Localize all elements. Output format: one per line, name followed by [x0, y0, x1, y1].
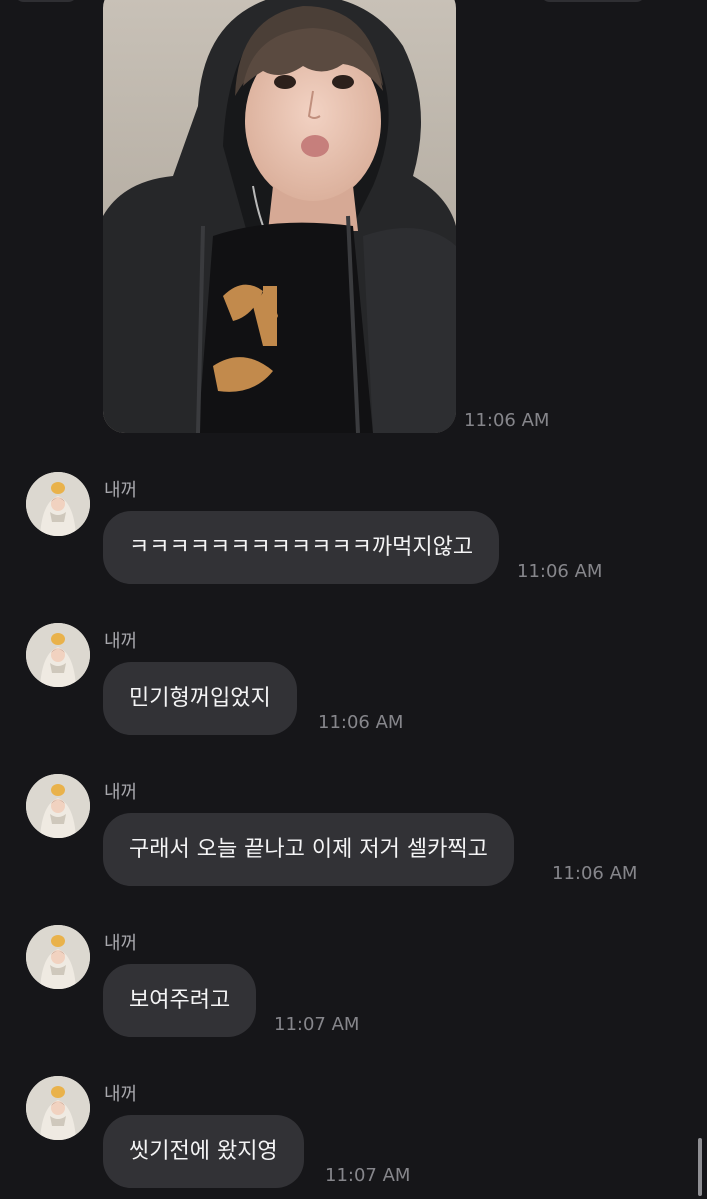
- profile-avatar-icon: [26, 774, 90, 838]
- profile-avatar-icon: [26, 472, 90, 536]
- selfie-photo-icon: [103, 0, 456, 433]
- sender-name: 내꺼: [104, 1084, 138, 1105]
- message-bubble[interactable]: ㅋㅋㅋㅋㅋㅋㅋㅋㅋㅋㅋㅋ까먹지않고: [103, 511, 500, 584]
- avatar[interactable]: [26, 472, 90, 536]
- message-bubble[interactable]: 구래서 오늘 끝나고 이제 저거 셀카찍고: [103, 813, 514, 886]
- profile-avatar-icon: [26, 1076, 90, 1140]
- avatar[interactable]: [26, 623, 90, 687]
- message-timestamp: 11:06 AM: [517, 561, 603, 582]
- message-timestamp: 11:07 AM: [325, 1165, 411, 1186]
- sender-name: 내꺼: [104, 480, 138, 501]
- message-timestamp: 11:07 AM: [274, 1014, 360, 1035]
- avatar[interactable]: [26, 925, 90, 989]
- message-bubble[interactable]: 씻기전에 왔지영: [103, 1115, 304, 1188]
- sender-name: 내꺼: [104, 631, 138, 652]
- avatar[interactable]: [26, 1076, 90, 1140]
- previous-message-remnant: [14, 0, 78, 2]
- message-bubble[interactable]: 민기형꺼입었지: [103, 662, 297, 735]
- sender-name: 내꺼: [104, 933, 138, 954]
- message-timestamp: 11:06 AM: [552, 863, 638, 884]
- sender-name: 내꺼: [104, 782, 138, 803]
- avatar[interactable]: [26, 774, 90, 838]
- profile-avatar-icon: [26, 925, 90, 989]
- scrollbar-thumb[interactable]: [698, 1138, 702, 1196]
- message-bubble[interactable]: 보여주려고: [103, 964, 257, 1037]
- photo-message[interactable]: [103, 0, 456, 433]
- profile-avatar-icon: [26, 623, 90, 687]
- message-timestamp: 11:06 AM: [318, 712, 404, 733]
- photo-timestamp: 11:06 AM: [464, 410, 550, 431]
- previous-message-remnant: [540, 0, 646, 2]
